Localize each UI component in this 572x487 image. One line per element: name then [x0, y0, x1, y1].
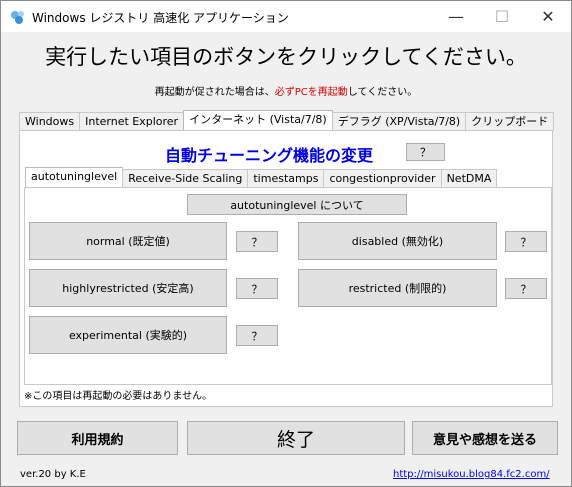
tab-receive-side-scaling[interactable]: Receive-Side Scaling — [122, 169, 249, 188]
sub-tab-strip: autotuninglevel Receive-Side Scaling tim… — [25, 167, 498, 188]
version-label: ver.20 by K.E — [20, 469, 86, 480]
experimental-button[interactable]: experimental (実験的) — [29, 316, 227, 354]
tab-autotuninglevel[interactable]: autotuninglevel — [25, 167, 124, 188]
tab-internet-vista[interactable]: インターネット (Vista/7/8) — [183, 110, 333, 131]
highlyrestricted-help-button[interactable]: ？ — [236, 278, 278, 299]
app-icon — [10, 9, 26, 25]
tab-windows[interactable]: Windows — [19, 112, 81, 131]
terms-button[interactable]: 利用規約 — [17, 421, 178, 455]
tab-defrag[interactable]: デフラグ (XP/Vista/7/8) — [331, 112, 467, 131]
instruction-headline: 実行したい項目のボタンをクリックしてください。 — [45, 45, 527, 69]
highlyrestricted-button[interactable]: highlyrestricted (安定高) — [29, 269, 227, 307]
tab-clipboard[interactable]: クリップボード — [465, 112, 555, 131]
experimental-help-button[interactable]: ？ — [236, 325, 278, 346]
maximize-button[interactable]: ☐ — [479, 1, 525, 32]
restart-notice: 再起動が促された場合は、必ずPCを再起動してください。 — [1, 83, 571, 98]
restart-not-required-note: ※この項目は再起動の必要はありません。 — [24, 391, 213, 402]
main-tab-strip: Windows Internet Explorer インターネット (Vista… — [19, 110, 555, 131]
author-blog-link[interactable]: http://misukou.blog84.fc2.com/ — [393, 469, 550, 480]
restart-notice-prefix: 再起動が促された場合は、 — [154, 87, 275, 98]
disabled-button[interactable]: disabled (無効化) — [298, 222, 497, 260]
window-title: Windows レジストリ 高速化 アプリケーション — [32, 11, 289, 25]
normal-help-button[interactable]: ？ — [236, 231, 278, 252]
title-bar: Windows レジストリ 高速化 アプリケーション — ☐ ✕ — [1, 1, 571, 32]
tab-panel: 自動チューニング機能の変更 ？ autotuninglevel Receive-… — [19, 130, 553, 407]
restricted-help-button[interactable]: ？ — [505, 278, 547, 299]
sub-tab-panel: autotuninglevel について normal (既定値) ？ disa… — [24, 187, 552, 385]
feedback-button[interactable]: 意見や感想を送る — [412, 421, 558, 455]
section-title: 自動チューニング機能の変更 — [165, 146, 374, 165]
tab-internet-explorer[interactable]: Internet Explorer — [79, 112, 185, 131]
section-help-button[interactable]: ？ — [406, 143, 445, 161]
app-window: Windows レジストリ 高速化 アプリケーション — ☐ ✕ 実行したい項目… — [0, 0, 572, 487]
disabled-help-button[interactable]: ？ — [505, 231, 547, 252]
tab-timestamps[interactable]: timestamps — [247, 169, 325, 188]
normal-button[interactable]: normal (既定値) — [29, 222, 227, 260]
tab-netdma[interactable]: NetDMA — [440, 169, 498, 188]
exit-button[interactable]: 終了 — [187, 421, 405, 455]
close-button[interactable]: ✕ — [525, 1, 571, 32]
tab-congestionprovider[interactable]: congestionprovider — [323, 169, 442, 188]
restart-notice-suffix: してください。 — [347, 87, 418, 98]
about-autotuninglevel-button[interactable]: autotuninglevel について — [187, 194, 407, 215]
restricted-button[interactable]: restricted (制限的) — [298, 269, 497, 307]
restart-notice-emphasis: 必ずPCを再起動 — [274, 87, 348, 98]
minimize-button[interactable]: — — [433, 1, 479, 32]
